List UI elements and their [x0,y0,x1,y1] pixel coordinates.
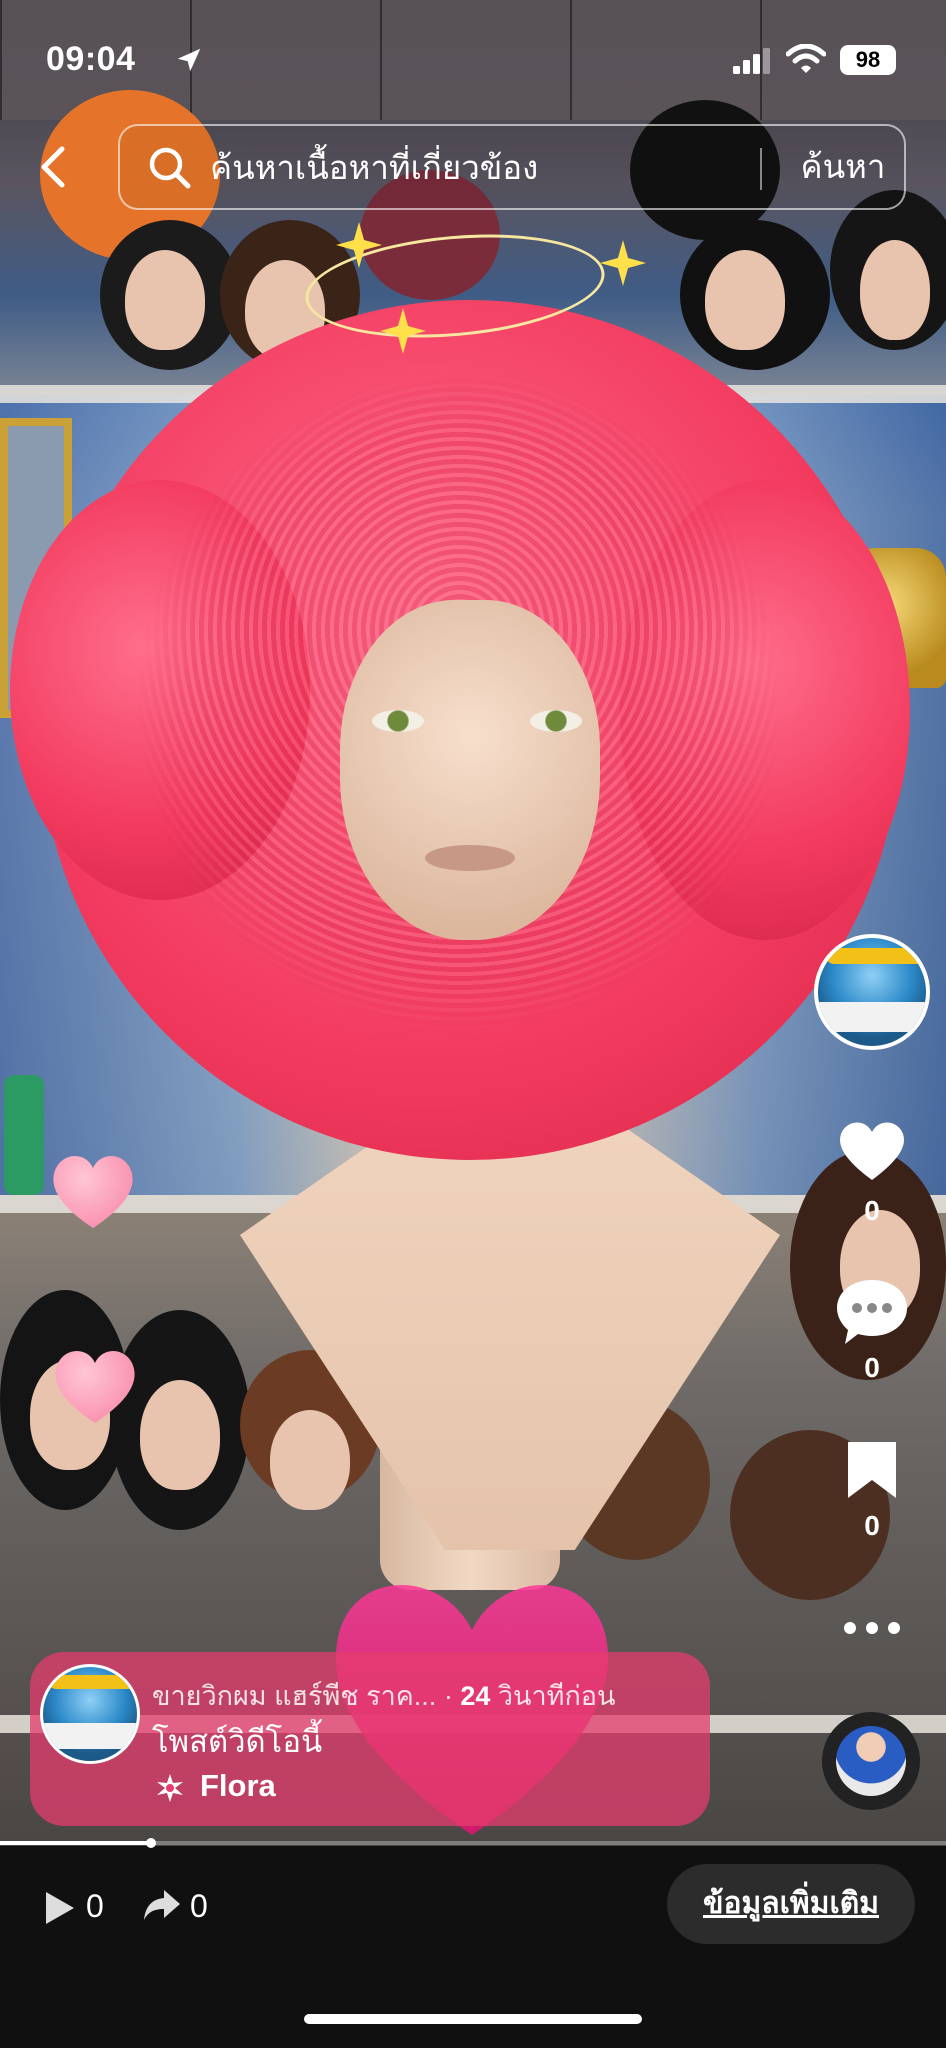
back-icon[interactable] [36,145,70,189]
video-frame[interactable] [0,0,946,1846]
meta-separator: · [436,1681,461,1711]
home-indicator[interactable] [304,2014,642,2024]
avatar-band [818,1002,926,1032]
search-icon [149,147,191,189]
bookmark-icon[interactable] [846,1440,898,1500]
heart-icon[interactable] [837,1120,907,1182]
profile-avatar-button[interactable] [822,1712,920,1810]
post-info-card[interactable]: ขายวิกผม แฮร์พีช ราค... · 24 วินาทีก่อน … [30,1652,710,1826]
music-icon [157,1774,183,1802]
signal-icon [733,48,770,74]
status-time: 09:04 [46,40,136,78]
play-icon [46,1892,74,1924]
avatar-ribbon [49,1675,135,1689]
wifi-icon [786,44,826,73]
play-count: 0 [86,1888,104,1924]
avatar-band [43,1723,137,1749]
comment-count: 0 [864,1352,880,1383]
search-bar: ค้นหา [118,124,906,210]
search-button[interactable]: ค้นหา [780,126,906,208]
like-count: 0 [864,1195,880,1226]
share-icon[interactable] [142,1888,182,1924]
mannequin-face [340,600,600,940]
profile-photo [836,1726,906,1796]
save-count: 0 [864,1510,880,1541]
winged-heart-sticker [50,1345,140,1425]
mannequin-eye [530,710,582,732]
mannequin-lips [425,845,515,871]
video-progress-bar[interactable] [0,1838,946,1848]
mannequin-head [140,1380,220,1490]
avatar-ribbon [826,948,926,964]
battery-indicator: 98 [840,45,896,75]
creator-avatar[interactable] [814,934,930,1050]
post-time-number: 24 [460,1681,491,1711]
winged-heart-sticker [48,1150,138,1230]
mannequin-eye [372,710,424,732]
author-avatar[interactable] [40,1664,140,1764]
share-count: 0 [190,1888,208,1924]
mannequin-head [270,1410,350,1510]
location-arrow-icon [177,48,201,72]
progress-fill [0,1841,152,1845]
author-name[interactable]: ขายวิกผม แฮร์พีช ราค... [152,1681,436,1711]
music-title[interactable]: Flora [200,1768,276,1804]
post-time-unit: วินาทีก่อน [490,1681,616,1711]
more-icon[interactable] [842,1620,902,1636]
status-bar: 09:04 98 [0,0,946,115]
post-meta: ขายวิกผม แฮร์พีช ราค... · 24 วินาทีก่อน [152,1674,712,1717]
post-title: โพสต์วิดีโอนี้ [152,1724,323,1759]
search-divider [760,148,762,190]
search-input[interactable] [210,140,770,196]
comment-icon[interactable] [835,1278,909,1346]
more-info-button[interactable]: ข้อมูลเพิ่มเติม [667,1864,915,1944]
